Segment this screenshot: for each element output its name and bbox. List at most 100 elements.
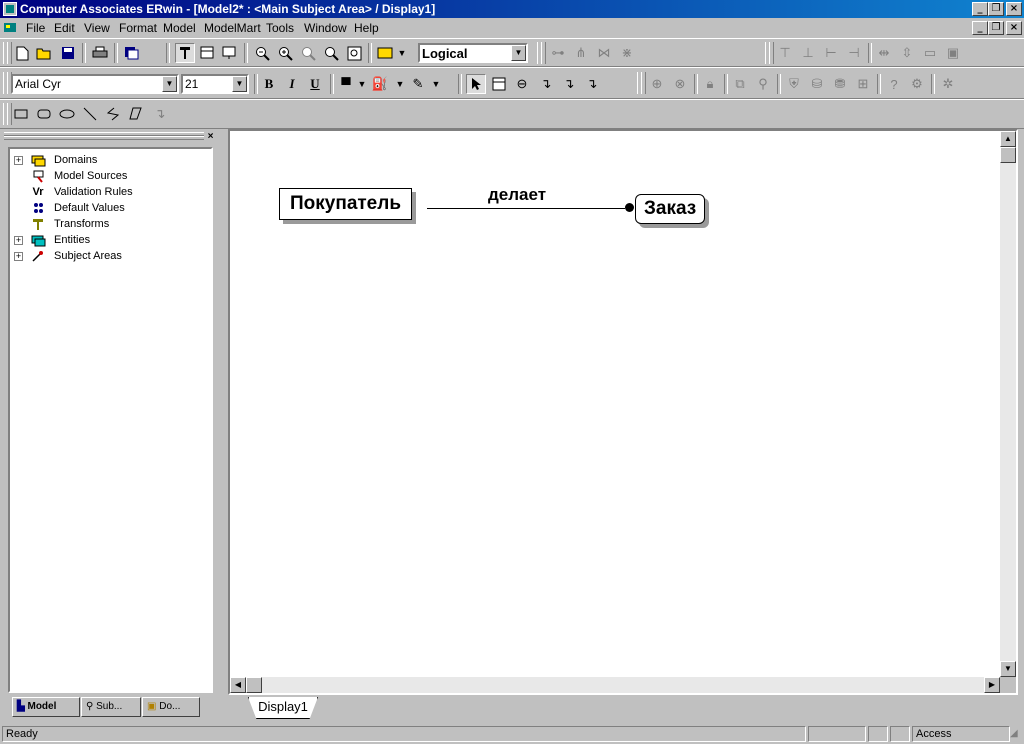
align-top-button[interactable]: ⊤ — [775, 43, 795, 63]
close-button[interactable]: × — [1006, 2, 1022, 16]
menu-help[interactable]: Help — [354, 21, 379, 35]
mm-report-button[interactable]: ⛁ — [807, 74, 827, 94]
open-button[interactable] — [34, 43, 54, 63]
expand-icon[interactable]: + — [14, 236, 23, 245]
zoom-in-button[interactable] — [275, 43, 295, 63]
font-size-select[interactable]: 21 ▼ — [181, 74, 249, 94]
menu-modelmart[interactable]: ModelMart — [204, 21, 261, 35]
app-icon[interactable] — [3, 2, 17, 16]
vertical-scrollbar[interactable]: ▲ ▼ — [1000, 131, 1016, 677]
relationship-line[interactable] — [427, 208, 625, 209]
fill-color-dropdown[interactable]: ▼ — [394, 74, 406, 94]
category-tool-button[interactable]: ⊖ — [512, 74, 532, 94]
entity-box[interactable]: Заказ — [635, 194, 706, 224]
mm-diagram-button[interactable]: ⊞ — [853, 74, 873, 94]
tab-subject-areas[interactable]: ⚲ Sub... — [81, 697, 141, 717]
tab-display1[interactable]: Display1 — [248, 697, 318, 719]
mm-settings-button[interactable]: ✲ — [938, 74, 958, 94]
non-identifying-rel-tool-button[interactable]: ↴ — [582, 74, 602, 94]
scroll-up-icon[interactable]: ▲ — [1000, 131, 1016, 147]
bold-button[interactable]: B — [259, 74, 279, 94]
menu-model[interactable]: Model — [163, 21, 196, 35]
mm-tools-button[interactable]: ⚙ — [907, 74, 927, 94]
relationship-label[interactable]: делает — [488, 185, 546, 205]
cluster-layout-button[interactable]: ⋇ — [617, 43, 637, 63]
hierarchy-button[interactable]: ⋔ — [571, 43, 591, 63]
many-to-many-tool-button[interactable]: ↴ — [559, 74, 579, 94]
italic-button[interactable]: I — [282, 74, 302, 94]
attribute-display-button[interactable] — [197, 43, 217, 63]
pointer-tool-button[interactable] — [466, 74, 486, 94]
restore-button[interactable]: ❐ — [988, 2, 1004, 16]
tree-layout-button[interactable]: ⋈ — [594, 43, 614, 63]
align-left-button[interactable]: ⊢ — [821, 43, 841, 63]
pen-color-button[interactable]: ✎ — [408, 74, 428, 94]
mm-security-button[interactable]: ⛨ — [784, 74, 804, 94]
print-button[interactable] — [90, 43, 110, 63]
pen-color-dropdown[interactable]: ▼ — [430, 74, 442, 94]
identifying-rel-tool-button[interactable]: ↴ — [536, 74, 556, 94]
line-tool-button[interactable] — [80, 104, 100, 124]
model-tree[interactable]: + Domains Model Sources Vr Validation Ru… — [8, 147, 213, 693]
view-mode-select[interactable]: Logical ▼ — [418, 43, 528, 63]
new-button[interactable] — [12, 43, 32, 63]
same-size-button[interactable]: ▭ — [920, 43, 940, 63]
vertical-scroll-thumb[interactable] — [1000, 147, 1016, 163]
entity-box[interactable]: Покупатель — [279, 188, 413, 220]
tab-domains[interactable]: ▣ Do... — [142, 697, 200, 717]
scroll-down-icon[interactable]: ▼ — [1000, 661, 1016, 677]
rounded-rectangle-tool-button[interactable] — [34, 104, 54, 124]
scroll-left-icon[interactable]: ◀ — [230, 677, 246, 693]
rectangle-tool-button[interactable] — [11, 104, 31, 124]
mm-help-button[interactable]: ? — [884, 74, 904, 94]
space-horizontal-button[interactable]: ⇹ — [874, 43, 894, 63]
menu-tools[interactable]: Tools — [266, 21, 294, 35]
mm-lock-button[interactable]: 🔒︎ — [700, 74, 720, 94]
align-right-button[interactable]: ⊣ — [844, 43, 864, 63]
menu-window[interactable]: Window — [304, 21, 347, 35]
space-vertical-button[interactable]: ⇳ — [897, 43, 917, 63]
chevron-down-icon[interactable]: ▼ — [511, 45, 526, 61]
underline-button[interactable]: U — [305, 74, 325, 94]
zoom-page-button[interactable] — [344, 43, 364, 63]
doc-close-button[interactable]: × — [1006, 21, 1022, 35]
same-size-all-button[interactable]: ▣ — [943, 43, 963, 63]
definition-display-button[interactable] — [219, 43, 239, 63]
display-level-dropdown[interactable]: ▼ — [395, 43, 409, 63]
zoom-out-button[interactable] — [252, 43, 272, 63]
doc-minimize-button[interactable]: _ — [972, 21, 988, 35]
font-name-select[interactable]: Arial Cyr ▼ — [11, 74, 179, 94]
fill-color-button[interactable]: ⛽ — [370, 74, 390, 94]
pane-grip[interactable]: × — [4, 131, 218, 142]
zoom-normal-button[interactable] — [298, 43, 318, 63]
diagram-canvas[interactable]: Покупатель делает Заказ — [230, 131, 1000, 677]
save-button[interactable] — [58, 43, 78, 63]
report-button[interactable] — [122, 43, 142, 63]
minimize-button[interactable]: _ — [972, 2, 988, 16]
chevron-down-icon[interactable]: ▼ — [232, 76, 247, 92]
text-color-dropdown[interactable]: ▼ — [356, 74, 368, 94]
ellipse-tool-button[interactable] — [57, 104, 77, 124]
horizontal-scrollbar[interactable]: ◀ ▶ — [230, 677, 1000, 693]
text-color-button[interactable]: ▀ — [336, 74, 356, 94]
menu-edit[interactable]: Edit — [54, 21, 75, 35]
menu-format[interactable]: Format — [119, 21, 157, 35]
mm-library-button[interactable]: ⛃ — [830, 74, 850, 94]
expand-icon[interactable]: + — [14, 156, 23, 165]
zoom-fit-button[interactable] — [321, 43, 341, 63]
scroll-right-icon[interactable]: ▶ — [984, 677, 1000, 693]
display-level-button[interactable] — [375, 43, 395, 63]
mm-save-button[interactable]: ⊗ — [670, 74, 690, 94]
expand-icon[interactable]: + — [14, 252, 23, 261]
chevron-down-icon[interactable]: ▼ — [162, 76, 177, 92]
menu-file[interactable]: File — [26, 21, 45, 35]
polygon-tool-button[interactable] — [126, 104, 146, 124]
resize-grip-icon[interactable]: ◢ — [1010, 728, 1018, 739]
entity-display-button[interactable] — [175, 43, 195, 63]
doc-restore-button[interactable]: ❐ — [988, 21, 1004, 35]
mm-pin-button[interactable]: ⚲ — [753, 74, 773, 94]
connector-tool-button[interactable]: ↴ — [150, 104, 170, 124]
entity-tool-button[interactable] — [489, 74, 509, 94]
tab-model[interactable]: ▙ Model — [12, 697, 80, 717]
mm-merge-button[interactable]: ⧉ — [730, 74, 750, 94]
